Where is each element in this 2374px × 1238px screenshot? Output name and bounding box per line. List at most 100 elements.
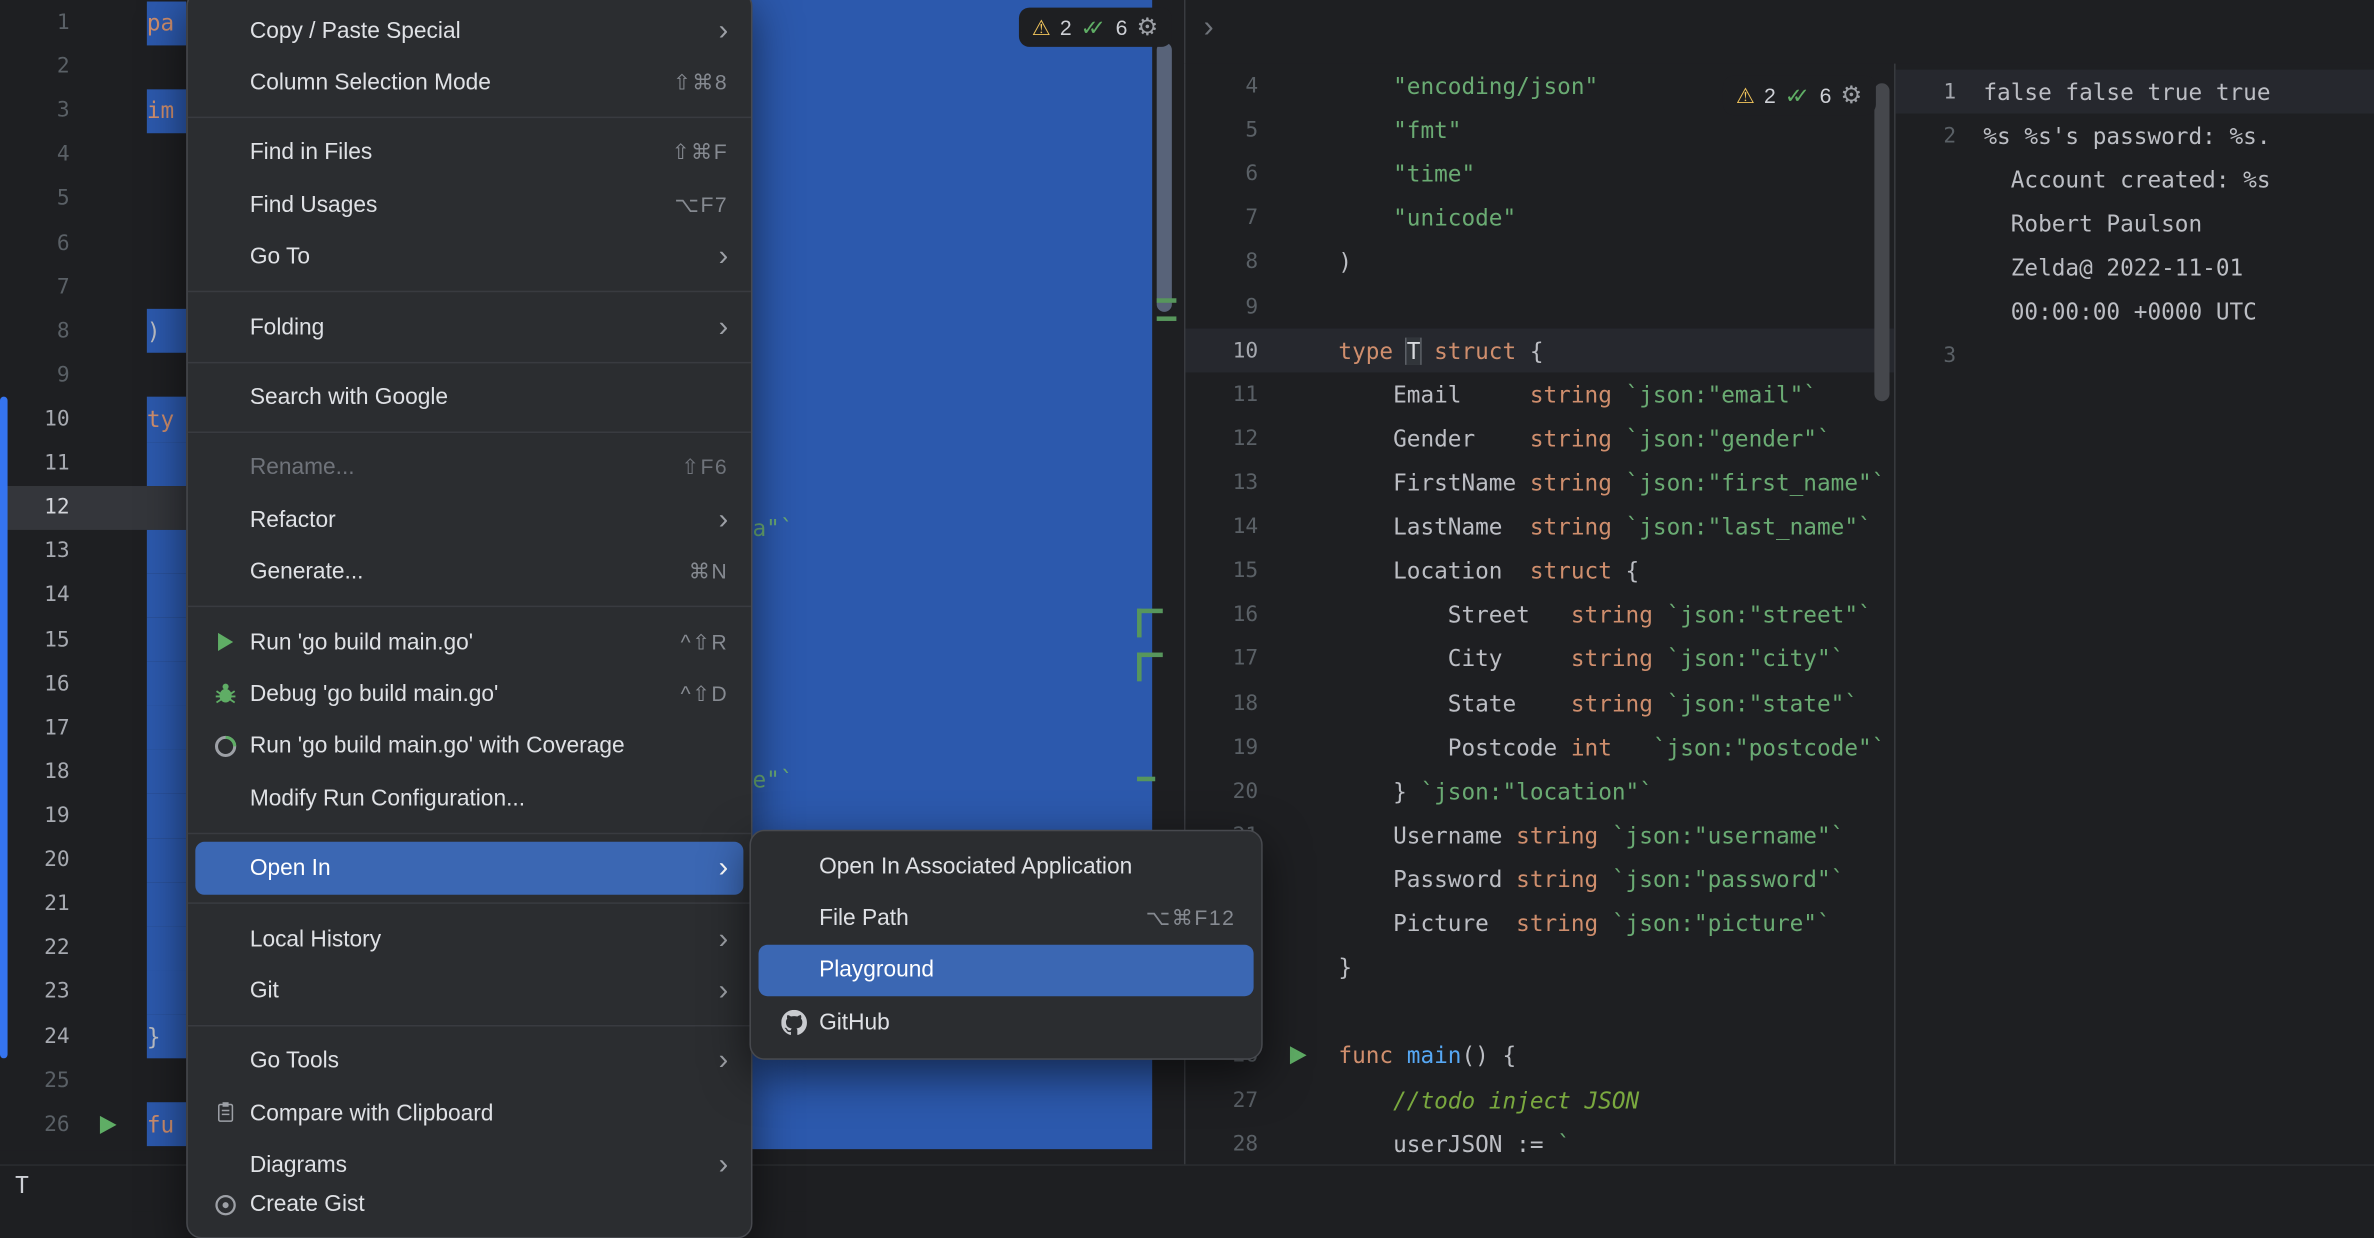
code-line[interactable]: 8) — [0, 309, 186, 353]
code-line[interactable]: 4 — [0, 133, 186, 177]
line-number[interactable]: 19 — [0, 804, 70, 828]
code-line[interactable]: 23 — [0, 970, 186, 1014]
code-text[interactable]: City string `json:"city"` — [1338, 646, 1894, 673]
code-line[interactable]: 10 type T struct { — [1185, 329, 1894, 373]
line-number[interactable]: 3 — [0, 99, 70, 123]
code-text[interactable]: Password string `json:"password"` — [1338, 866, 1894, 893]
code-text[interactable]: Location struct { — [1338, 558, 1894, 585]
code-line[interactable]: 16 — [0, 662, 186, 706]
code-line[interactable]: 23 Picture string `json:"picture"` — [1185, 902, 1894, 946]
line-number[interactable]: 5 — [1185, 118, 1258, 142]
line-number[interactable]: 4 — [0, 143, 70, 167]
code-line[interactable]: 1pa — [0, 1, 186, 45]
line-number[interactable]: 16 — [0, 672, 70, 696]
code-line[interactable]: 6 "time" — [1185, 152, 1894, 196]
code-line[interactable]: 18 — [0, 750, 186, 794]
menu-item-git[interactable]: Git› — [195, 965, 743, 1017]
code-text[interactable]: LastName string `json:"last_name"` — [1338, 513, 1894, 540]
code-text[interactable]: "time" — [1338, 161, 1894, 188]
code-text[interactable]: State string `json:"state"` — [1338, 690, 1894, 717]
submenu-item-github[interactable]: GitHub — [759, 996, 1254, 1048]
line-number[interactable]: 8 — [0, 319, 70, 343]
line-number[interactable]: 24 — [0, 1024, 70, 1048]
code-text[interactable]: Username string `json:"username"` — [1338, 822, 1894, 849]
code-line[interactable]: 27 //todo inject JSON — [1185, 1078, 1894, 1122]
line-number[interactable]: 15 — [1185, 559, 1258, 583]
code-text[interactable]: } `json:"location"` — [1338, 778, 1894, 805]
menu-item-generate[interactable]: Generate...⌘N — [195, 546, 743, 598]
code-line[interactable]: 8) — [1185, 241, 1894, 285]
menu-item-go-to[interactable]: Go To› — [195, 231, 743, 283]
line-number[interactable]: 1 — [0, 11, 70, 35]
code-line[interactable]: 20 — [0, 838, 186, 882]
menu-item-find-in-files[interactable]: Find in Files⇧⌘F — [195, 127, 743, 179]
code-line[interactable]: 5 — [0, 177, 186, 221]
line-number[interactable]: 2 — [0, 55, 70, 79]
scrollbar-thumb[interactable] — [1157, 42, 1172, 311]
gear-icon[interactable]: ⚙ — [1137, 12, 1159, 42]
code-line[interactable]: 2 %s %s's password: %s. — [1896, 114, 2374, 158]
line-number[interactable]: 19 — [1185, 735, 1258, 759]
code-line[interactable]: 24} — [0, 1014, 186, 1058]
menu-item-refactor[interactable]: Refactor› — [195, 494, 743, 546]
output-pane[interactable]: 1 false false true true 2 %s %s's password:… — [1894, 64, 2374, 1166]
line-number[interactable]: 8 — [1185, 251, 1258, 275]
code-text[interactable]: Account created: %s — [1983, 166, 2374, 193]
code-text[interactable]: Picture string `json:"picture"` — [1338, 910, 1894, 937]
code-text[interactable]: %s %s's password: %s. — [1983, 122, 2374, 149]
line-number[interactable]: 10 — [0, 407, 70, 431]
scrollbar-thumb[interactable] — [1874, 83, 1889, 401]
line-number[interactable]: 17 — [1185, 647, 1258, 671]
line-number[interactable]: 26 — [0, 1112, 70, 1136]
line-number[interactable]: 13 — [1185, 471, 1258, 495]
code-line[interactable]: 2 — [0, 45, 186, 89]
run-icon[interactable] — [100, 1116, 117, 1134]
menu-item-local-history[interactable]: Local History› — [195, 913, 743, 965]
line-number[interactable]: 18 — [1185, 691, 1258, 715]
status-bar-label[interactable]: T — [15, 1172, 29, 1199]
menu-item-folding[interactable]: Folding› — [195, 301, 743, 353]
code-line[interactable]: 15 — [0, 618, 186, 662]
code-text[interactable]: 00:00:00 +0000 UTC — [1983, 298, 2374, 325]
submenu-item-file-path[interactable]: File Path⌥⌘F12 — [759, 892, 1254, 944]
code-text[interactable]: false false true true — [1983, 78, 2374, 105]
code-line[interactable]: 22 — [0, 926, 186, 970]
code-line[interactable]: 16 Street string `json:"street"` — [1185, 593, 1894, 637]
line-number[interactable]: 25 — [0, 1068, 70, 1092]
code-line[interactable]: 26fu — [0, 1103, 186, 1147]
chevron-right-icon[interactable]: › — [1204, 11, 1214, 46]
run-icon[interactable] — [1290, 1047, 1307, 1065]
menu-item-rename[interactable]: Rename...⇧F6 — [195, 442, 743, 494]
line-number[interactable]: 3 — [1896, 344, 1957, 368]
code-line[interactable]: Robert Paulson — [1896, 202, 2374, 246]
menu-item-column-selection-mode[interactable]: Column Selection Mode⇧⌘8 — [195, 57, 743, 109]
code-line[interactable]: 20 } `json:"location"` — [1185, 770, 1894, 814]
line-number[interactable]: 28 — [1185, 1132, 1258, 1156]
code-line[interactable]: Account created: %s — [1896, 158, 2374, 202]
line-number[interactable]: 18 — [0, 760, 70, 784]
line-number[interactable]: 10 — [1185, 339, 1258, 363]
code-line[interactable]: 00:00:00 +0000 UTC — [1896, 290, 2374, 334]
line-number[interactable]: 1 — [1896, 80, 1957, 104]
menu-item-go-tools[interactable]: Go Tools› — [195, 1035, 743, 1087]
line-number[interactable]: 20 — [0, 848, 70, 872]
code-text[interactable]: //todo inject JSON — [1338, 1086, 1894, 1113]
code-text[interactable]: func main() { — [1338, 1042, 1894, 1069]
code-text[interactable]: "unicode" — [1338, 205, 1894, 232]
code-line[interactable]: 12 — [0, 486, 186, 530]
line-number[interactable]: 11 — [1185, 383, 1258, 407]
code-line[interactable]: 10ty — [0, 397, 186, 441]
code-line[interactable]: 28 userJSON := ` — [1185, 1122, 1894, 1166]
code-line[interactable]: 17 — [0, 706, 186, 750]
code-text[interactable]: Robert Paulson — [1983, 210, 2374, 237]
line-number[interactable]: 14 — [0, 584, 70, 608]
code-line[interactable]: 18 State string `json:"state"` — [1185, 681, 1894, 725]
code-line[interactable]: 13 FirstName string `json:"first_name"` — [1185, 461, 1894, 505]
menu-item-run-with-coverage[interactable]: Run 'go build main.go' with Coverage — [195, 720, 743, 772]
menu-item-run[interactable]: Run 'go build main.go'^⇧R — [195, 616, 743, 668]
line-number[interactable]: 12 — [1185, 427, 1258, 451]
code-text[interactable]: type T struct { — [1338, 337, 1894, 364]
menu-item-diagrams[interactable]: Diagrams› — [195, 1139, 743, 1191]
line-number[interactable]: 2 — [1896, 124, 1957, 148]
code-line[interactable]: 24} — [1185, 946, 1894, 990]
